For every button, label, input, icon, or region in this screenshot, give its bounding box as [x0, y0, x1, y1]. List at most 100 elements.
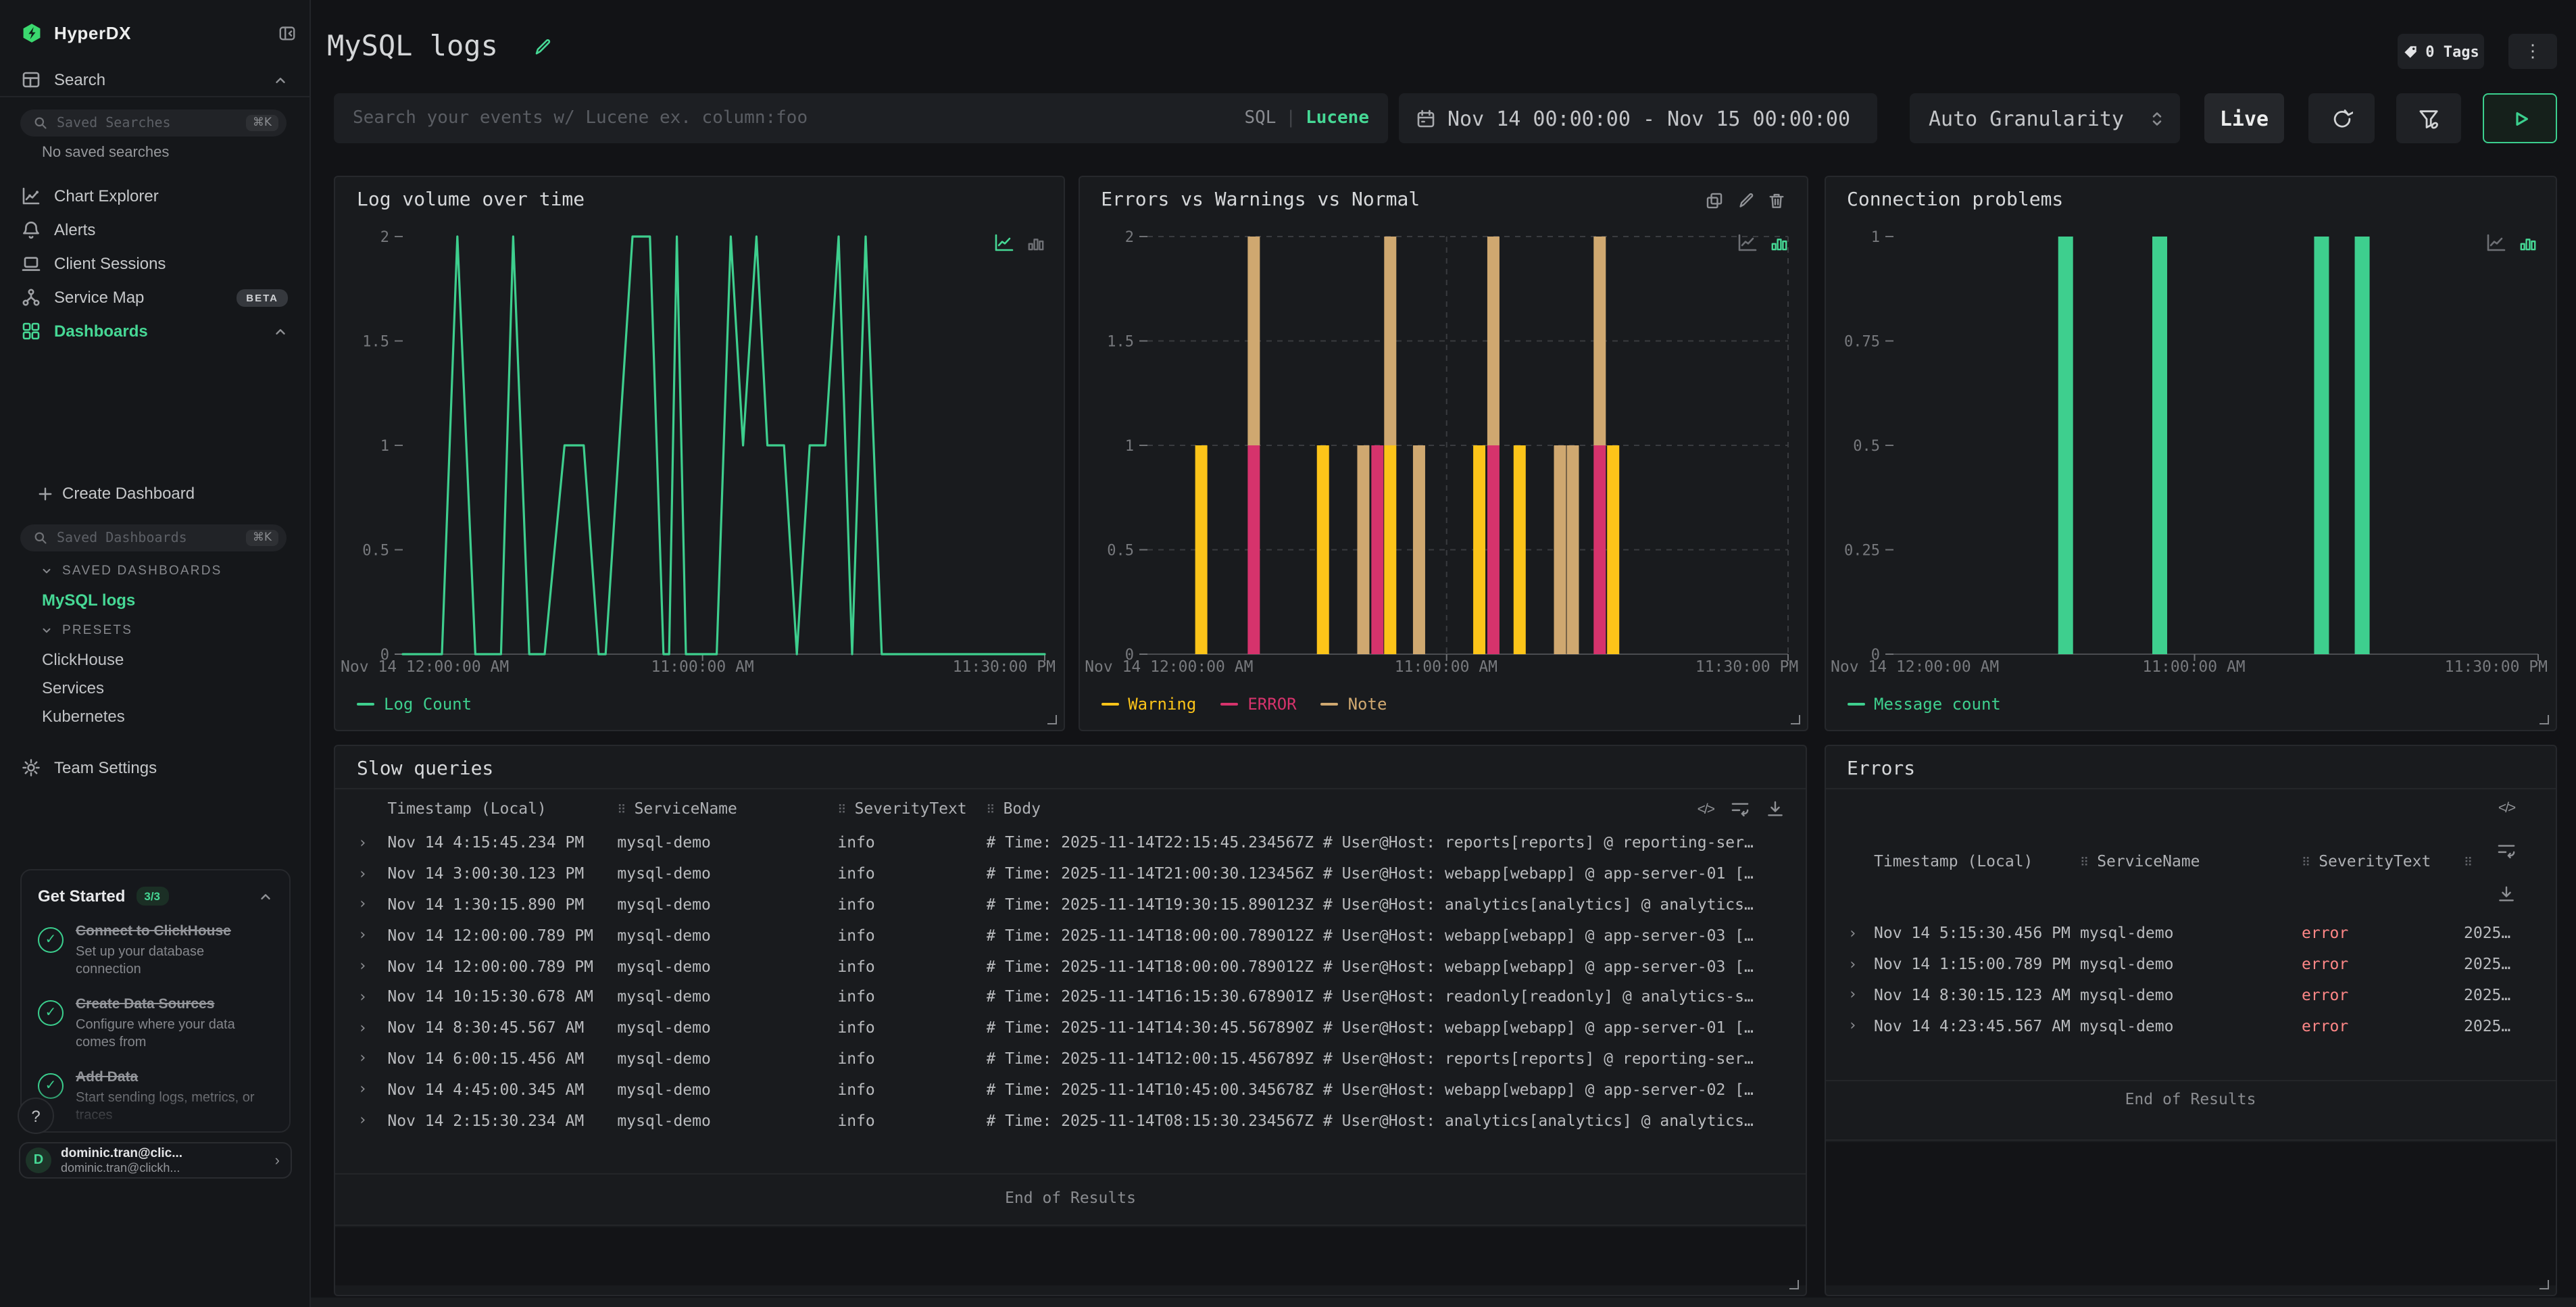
column-header[interactable]: ⠿Body	[986, 799, 1806, 818]
user-menu[interactable]: D dominic.tran@clic... dominic.tran@clic…	[19, 1142, 292, 1179]
column-header[interactable]: ⠿ServiceName	[617, 799, 837, 818]
bar-chart-toggle-icon[interactable]	[1027, 234, 1045, 251]
table-row[interactable]: ›Nov 14 4:15:45.234 PMmysql-demoinfo# Ti…	[335, 827, 1806, 858]
bar-chart-toggle-icon[interactable]	[2519, 234, 2537, 251]
sidebar-item-mysql-logs[interactable]: MySQL logs	[42, 591, 135, 610]
row-expand-icon[interactable]: ›	[335, 1081, 387, 1098]
sql-mode-toggle[interactable]: SQL	[1244, 108, 1276, 128]
chart-canvas[interactable]: 00.511.52	[335, 223, 1064, 665]
row-expand-icon[interactable]: ›	[335, 1111, 387, 1129]
saved-searches-pill[interactable]: ⌘K	[20, 109, 287, 137]
bar-chart-toggle-icon[interactable]	[1770, 234, 1787, 251]
saved-dashboards-pill[interactable]: ⌘K	[20, 524, 287, 551]
column-header[interactable]: Timestamp (Local)	[387, 799, 617, 818]
download-icon[interactable]	[1766, 800, 1784, 818]
table-row[interactable]: ›Nov 14 8:30:15.123 AMmysql-demoerror202…	[1825, 979, 2556, 1010]
chevron-up-icon[interactable]	[273, 324, 288, 339]
saved-dashboards-input[interactable]	[57, 531, 246, 545]
help-button[interactable]: ?	[18, 1098, 54, 1134]
legend-item[interactable]: Warning	[1101, 695, 1196, 714]
row-expand-icon[interactable]: ›	[1825, 955, 1874, 972]
lucene-mode-toggle[interactable]: Lucene	[1306, 108, 1369, 128]
chart-canvas[interactable]: 00.250.50.751	[1825, 223, 2556, 665]
resize-handle[interactable]	[2540, 1280, 2549, 1289]
legend-item[interactable]: Log Count	[357, 695, 472, 714]
row-expand-icon[interactable]: ›	[335, 895, 387, 913]
more-options-button[interactable]: ⋮	[2508, 34, 2557, 69]
table-row[interactable]: ›Nov 14 4:45:00.345 AMmysql-demoinfo# Ti…	[335, 1074, 1806, 1105]
line-chart-toggle-icon[interactable]	[995, 234, 1014, 251]
row-expand-icon[interactable]: ›	[1825, 924, 1874, 942]
sidebar-item-alerts[interactable]: Alerts	[0, 215, 309, 245]
table-row[interactable]: ›Nov 14 5:15:30.456 PMmysql-demoerror202…	[1825, 918, 2556, 949]
resize-handle[interactable]	[1047, 715, 1057, 724]
column-header[interactable]: ⠿SeverityText	[837, 799, 986, 818]
section-saved-dashboards[interactable]: SAVED DASHBOARDS	[41, 564, 222, 578]
resize-handle[interactable]	[1790, 715, 1800, 724]
row-expand-icon[interactable]: ›	[335, 834, 387, 852]
sidebar-collapse-button[interactable]	[278, 24, 296, 41]
table-scroll-track[interactable]	[335, 1227, 1806, 1285]
table-row[interactable]: ›Nov 14 6:00:15.456 AMmysql-demoinfo# Ti…	[335, 1043, 1806, 1074]
legend-item[interactable]: Note	[1321, 695, 1387, 714]
row-expand-icon[interactable]: ›	[335, 957, 387, 975]
filter-button[interactable]	[2396, 93, 2461, 143]
table-row[interactable]: ›Nov 14 1:15:00.789 PMmysql-demoerror202…	[1825, 949, 2556, 980]
code-view-icon[interactable]: </>	[1698, 801, 1714, 817]
horizontal-scrollbar[interactable]	[311, 1298, 2576, 1307]
line-chart-toggle-icon[interactable]	[2487, 234, 2506, 251]
sidebar-item-service-map[interactable]: Service Map BETA	[0, 282, 309, 312]
date-range-picker[interactable]: Nov 14 00:00:00 - Nov 15 00:00:00	[1399, 93, 1877, 143]
resize-handle[interactable]	[2540, 715, 2549, 724]
create-dashboard-button[interactable]: Create Dashboard	[0, 478, 309, 508]
column-header[interactable]: ⠿SeverityText	[2302, 852, 2464, 870]
sidebar-item-dashboards[interactable]: Dashboards	[0, 316, 309, 346]
table-row[interactable]: ›Nov 14 4:23:45.567 AMmysql-demoerror202…	[1825, 1010, 2556, 1041]
sidebar-item-kubernetes[interactable]: Kubernetes	[42, 707, 125, 726]
resize-handle[interactable]	[1789, 1280, 1799, 1289]
get-started-step-sources[interactable]: ✓ Create Data Sources Configure where yo…	[38, 996, 273, 1052]
run-query-button[interactable]	[2483, 93, 2557, 143]
sidebar-item-clickhouse[interactable]: ClickHouse	[42, 650, 124, 669]
sidebar-item-services[interactable]: Services	[42, 679, 104, 697]
event-search-input[interactable]	[353, 108, 1244, 128]
row-expand-icon[interactable]: ›	[335, 1018, 387, 1036]
refresh-button[interactable]	[2308, 93, 2375, 143]
table-row[interactable]: ›Nov 14 8:30:45.567 AMmysql-demoinfo# Ti…	[335, 1012, 1806, 1043]
row-expand-icon[interactable]: ›	[335, 988, 387, 1006]
get-started-step-connect[interactable]: ✓ Connect to ClickHouse Set up your data…	[38, 923, 273, 979]
row-expand-icon[interactable]: ›	[335, 864, 387, 882]
line-chart-toggle-icon[interactable]	[1737, 234, 1756, 251]
chevron-up-icon[interactable]	[273, 72, 288, 87]
chevron-up-icon[interactable]	[258, 889, 273, 904]
download-icon[interactable]	[2498, 885, 2515, 903]
wrap-text-icon[interactable]	[1731, 800, 1749, 818]
legend-item[interactable]: Message count	[1847, 695, 2001, 714]
row-expand-icon[interactable]: ›	[1825, 986, 1874, 1004]
row-expand-icon[interactable]: ›	[1825, 1017, 1874, 1035]
edit-title-pencil-icon[interactable]	[532, 38, 551, 57]
delete-trash-icon[interactable]	[1767, 191, 1785, 209]
table-row[interactable]: ›Nov 14 12:00:00.789 PMmysql-demoinfo# T…	[335, 950, 1806, 981]
legend-item[interactable]: ERROR	[1220, 695, 1296, 714]
get-started-step-add-data[interactable]: ✓ Add Data Start sending logs, metrics, …	[38, 1069, 273, 1125]
event-search-field[interactable]: SQL | Lucene	[334, 93, 1388, 143]
granularity-select[interactable]: Auto Granularity	[1910, 93, 2180, 143]
row-expand-icon[interactable]: ›	[335, 927, 387, 944]
sidebar-item-client-sessions[interactable]: Client Sessions	[0, 249, 309, 278]
column-header[interactable]: Timestamp (Local)	[1874, 852, 2080, 870]
table-row[interactable]: ›Nov 14 10:15:30.678 AMmysql-demoinfo# T…	[335, 981, 1806, 1012]
column-header[interactable]: ⠿ServiceName	[2080, 852, 2302, 870]
live-button[interactable]: Live	[2204, 93, 2284, 143]
sidebar-item-chart-explorer[interactable]: Chart Explorer	[0, 181, 309, 211]
section-presets[interactable]: PRESETS	[41, 623, 132, 638]
duplicate-icon[interactable]	[1705, 191, 1723, 209]
table-row[interactable]: ›Nov 14 2:15:30.234 AMmysql-demoinfo# Ti…	[335, 1104, 1806, 1135]
tags-button[interactable]: 0 Tags	[2398, 34, 2484, 69]
column-header[interactable]: ⠿	[2464, 852, 2556, 870]
sidebar-item-search[interactable]: Search	[0, 65, 309, 95]
chart-canvas[interactable]: 00.511.52	[1079, 223, 1806, 665]
row-expand-icon[interactable]: ›	[335, 1050, 387, 1067]
table-row[interactable]: ›Nov 14 1:30:15.890 PMmysql-demoinfo# Ti…	[335, 889, 1806, 920]
saved-searches-input[interactable]	[57, 116, 246, 130]
